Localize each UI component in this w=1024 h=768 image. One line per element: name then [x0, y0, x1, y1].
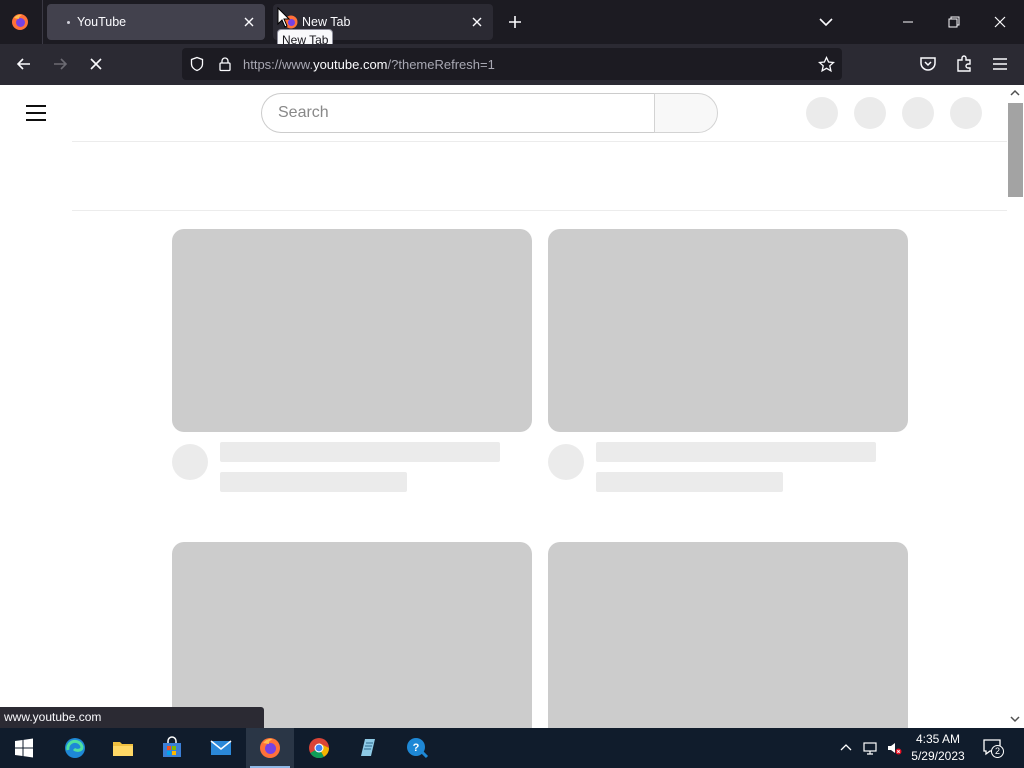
notification-count-badge: 2: [991, 745, 1004, 758]
browser-tab-strip: YouTube New Tab New Tab: [0, 0, 1024, 51]
svg-text:?: ?: [413, 742, 420, 754]
video-thumbnail-placeholder: [548, 229, 908, 432]
restore-icon[interactable]: [944, 12, 964, 32]
tab-youtube[interactable]: YouTube: [47, 4, 265, 40]
video-thumbnail-placeholder: [172, 229, 532, 432]
lock-icon[interactable]: [217, 56, 233, 72]
stop-loading-icon[interactable]: [86, 54, 106, 74]
tab-title: New Tab: [302, 15, 351, 29]
taskbar-edge[interactable]: [51, 728, 99, 768]
search-button[interactable]: [654, 93, 718, 133]
windows-taskbar: ? 4:35 AM 5/29/2023 2: [0, 728, 1024, 768]
window-close-icon[interactable]: [990, 12, 1010, 32]
firefox-icon: [260, 738, 280, 758]
mouse-cursor-icon: [277, 7, 291, 28]
loading-dot-icon: [67, 21, 70, 24]
forward-arrow-icon: [54, 58, 68, 70]
url-host: youtube.com: [313, 57, 388, 72]
video-thumbnail-placeholder: [548, 542, 908, 728]
close-tab-icon[interactable]: [469, 14, 485, 30]
notepad-icon: [361, 739, 375, 756]
guide-menu-icon[interactable]: [26, 105, 46, 121]
clock-time: 4:35 AM: [915, 732, 961, 746]
header-placeholder-circle: [854, 97, 886, 129]
help-icon: ?: [407, 738, 429, 759]
taskbar-chrome[interactable]: [295, 728, 343, 768]
minimize-icon[interactable]: [898, 12, 918, 32]
pocket-icon[interactable]: [918, 54, 938, 74]
clock-date: 5/29/2023: [911, 749, 965, 763]
header-placeholder-circle: [806, 97, 838, 129]
chip-bar-placeholder: [72, 141, 1007, 211]
search-input[interactable]: [278, 103, 638, 123]
video-thumbnail-placeholder: [172, 542, 532, 728]
windows-logo-icon: [15, 738, 33, 758]
system-clock[interactable]: 4:35 AM 5/29/2023: [908, 731, 968, 765]
list-all-tabs-chevron-icon[interactable]: [816, 12, 836, 32]
close-tab-icon[interactable]: [241, 14, 257, 30]
tab-title: YouTube: [77, 15, 127, 29]
scroll-up-arrow-icon[interactable]: [1009, 87, 1021, 99]
url-text[interactable]: https://www.youtube.com/?themeRefresh=1: [243, 57, 495, 72]
meta-line-placeholder: [220, 472, 407, 492]
taskbar-firefox[interactable]: [246, 728, 294, 768]
app-menu-hamburger-icon[interactable]: [990, 54, 1010, 74]
meta-line-placeholder: [596, 472, 783, 492]
title-line-placeholder: [220, 442, 500, 462]
show-hidden-icons-chevron-icon[interactable]: [838, 740, 854, 756]
tracking-protection-shield-icon[interactable]: [189, 56, 205, 72]
bookmark-star-icon[interactable]: [818, 56, 835, 73]
url-path: /?themeRefresh=1: [387, 57, 495, 72]
scroll-down-arrow-icon[interactable]: [1009, 713, 1021, 725]
header-placeholder-circle: [950, 97, 982, 129]
firefox-view-icon[interactable]: [10, 12, 30, 32]
extensions-puzzle-icon[interactable]: [954, 54, 974, 74]
taskbar-store[interactable]: [148, 728, 196, 768]
link-status-panel: www.youtube.com: [0, 707, 264, 728]
taskbar-mail[interactable]: [197, 728, 245, 768]
new-tab-plus-icon[interactable]: [504, 11, 526, 33]
title-line-placeholder: [596, 442, 876, 462]
action-center-button[interactable]: 2: [982, 738, 1004, 758]
navigation-toolbar: https://www.youtube.com/?themeRefresh=1: [0, 44, 1024, 85]
volume-muted-icon[interactable]: [886, 740, 902, 756]
store-icon: [163, 736, 181, 757]
start-button[interactable]: [0, 728, 48, 768]
scrollbar-thumb[interactable]: [1008, 103, 1023, 197]
mail-icon: [210, 740, 232, 755]
taskbar-notepad[interactable]: [344, 728, 392, 768]
taskbar-help[interactable]: ?: [393, 728, 441, 768]
search-box[interactable]: [261, 93, 655, 133]
chrome-icon: [309, 738, 330, 759]
file-explorer-icon: [113, 742, 133, 756]
address-bar[interactable]: https://www.youtube.com/?themeRefresh=1: [182, 48, 842, 80]
header-placeholder-circle: [902, 97, 934, 129]
channel-avatar-placeholder: [548, 444, 584, 480]
tab-separator: [42, 0, 43, 44]
back-arrow-icon[interactable]: [14, 54, 34, 74]
edge-icon: [65, 738, 85, 758]
page-scrollbar[interactable]: [1007, 85, 1024, 728]
taskbar-file-explorer[interactable]: [99, 728, 147, 768]
channel-avatar-placeholder: [172, 444, 208, 480]
youtube-page: www.youtube.com: [0, 85, 1024, 728]
url-prefix: https://www.: [243, 57, 314, 72]
network-icon[interactable]: [862, 740, 878, 756]
